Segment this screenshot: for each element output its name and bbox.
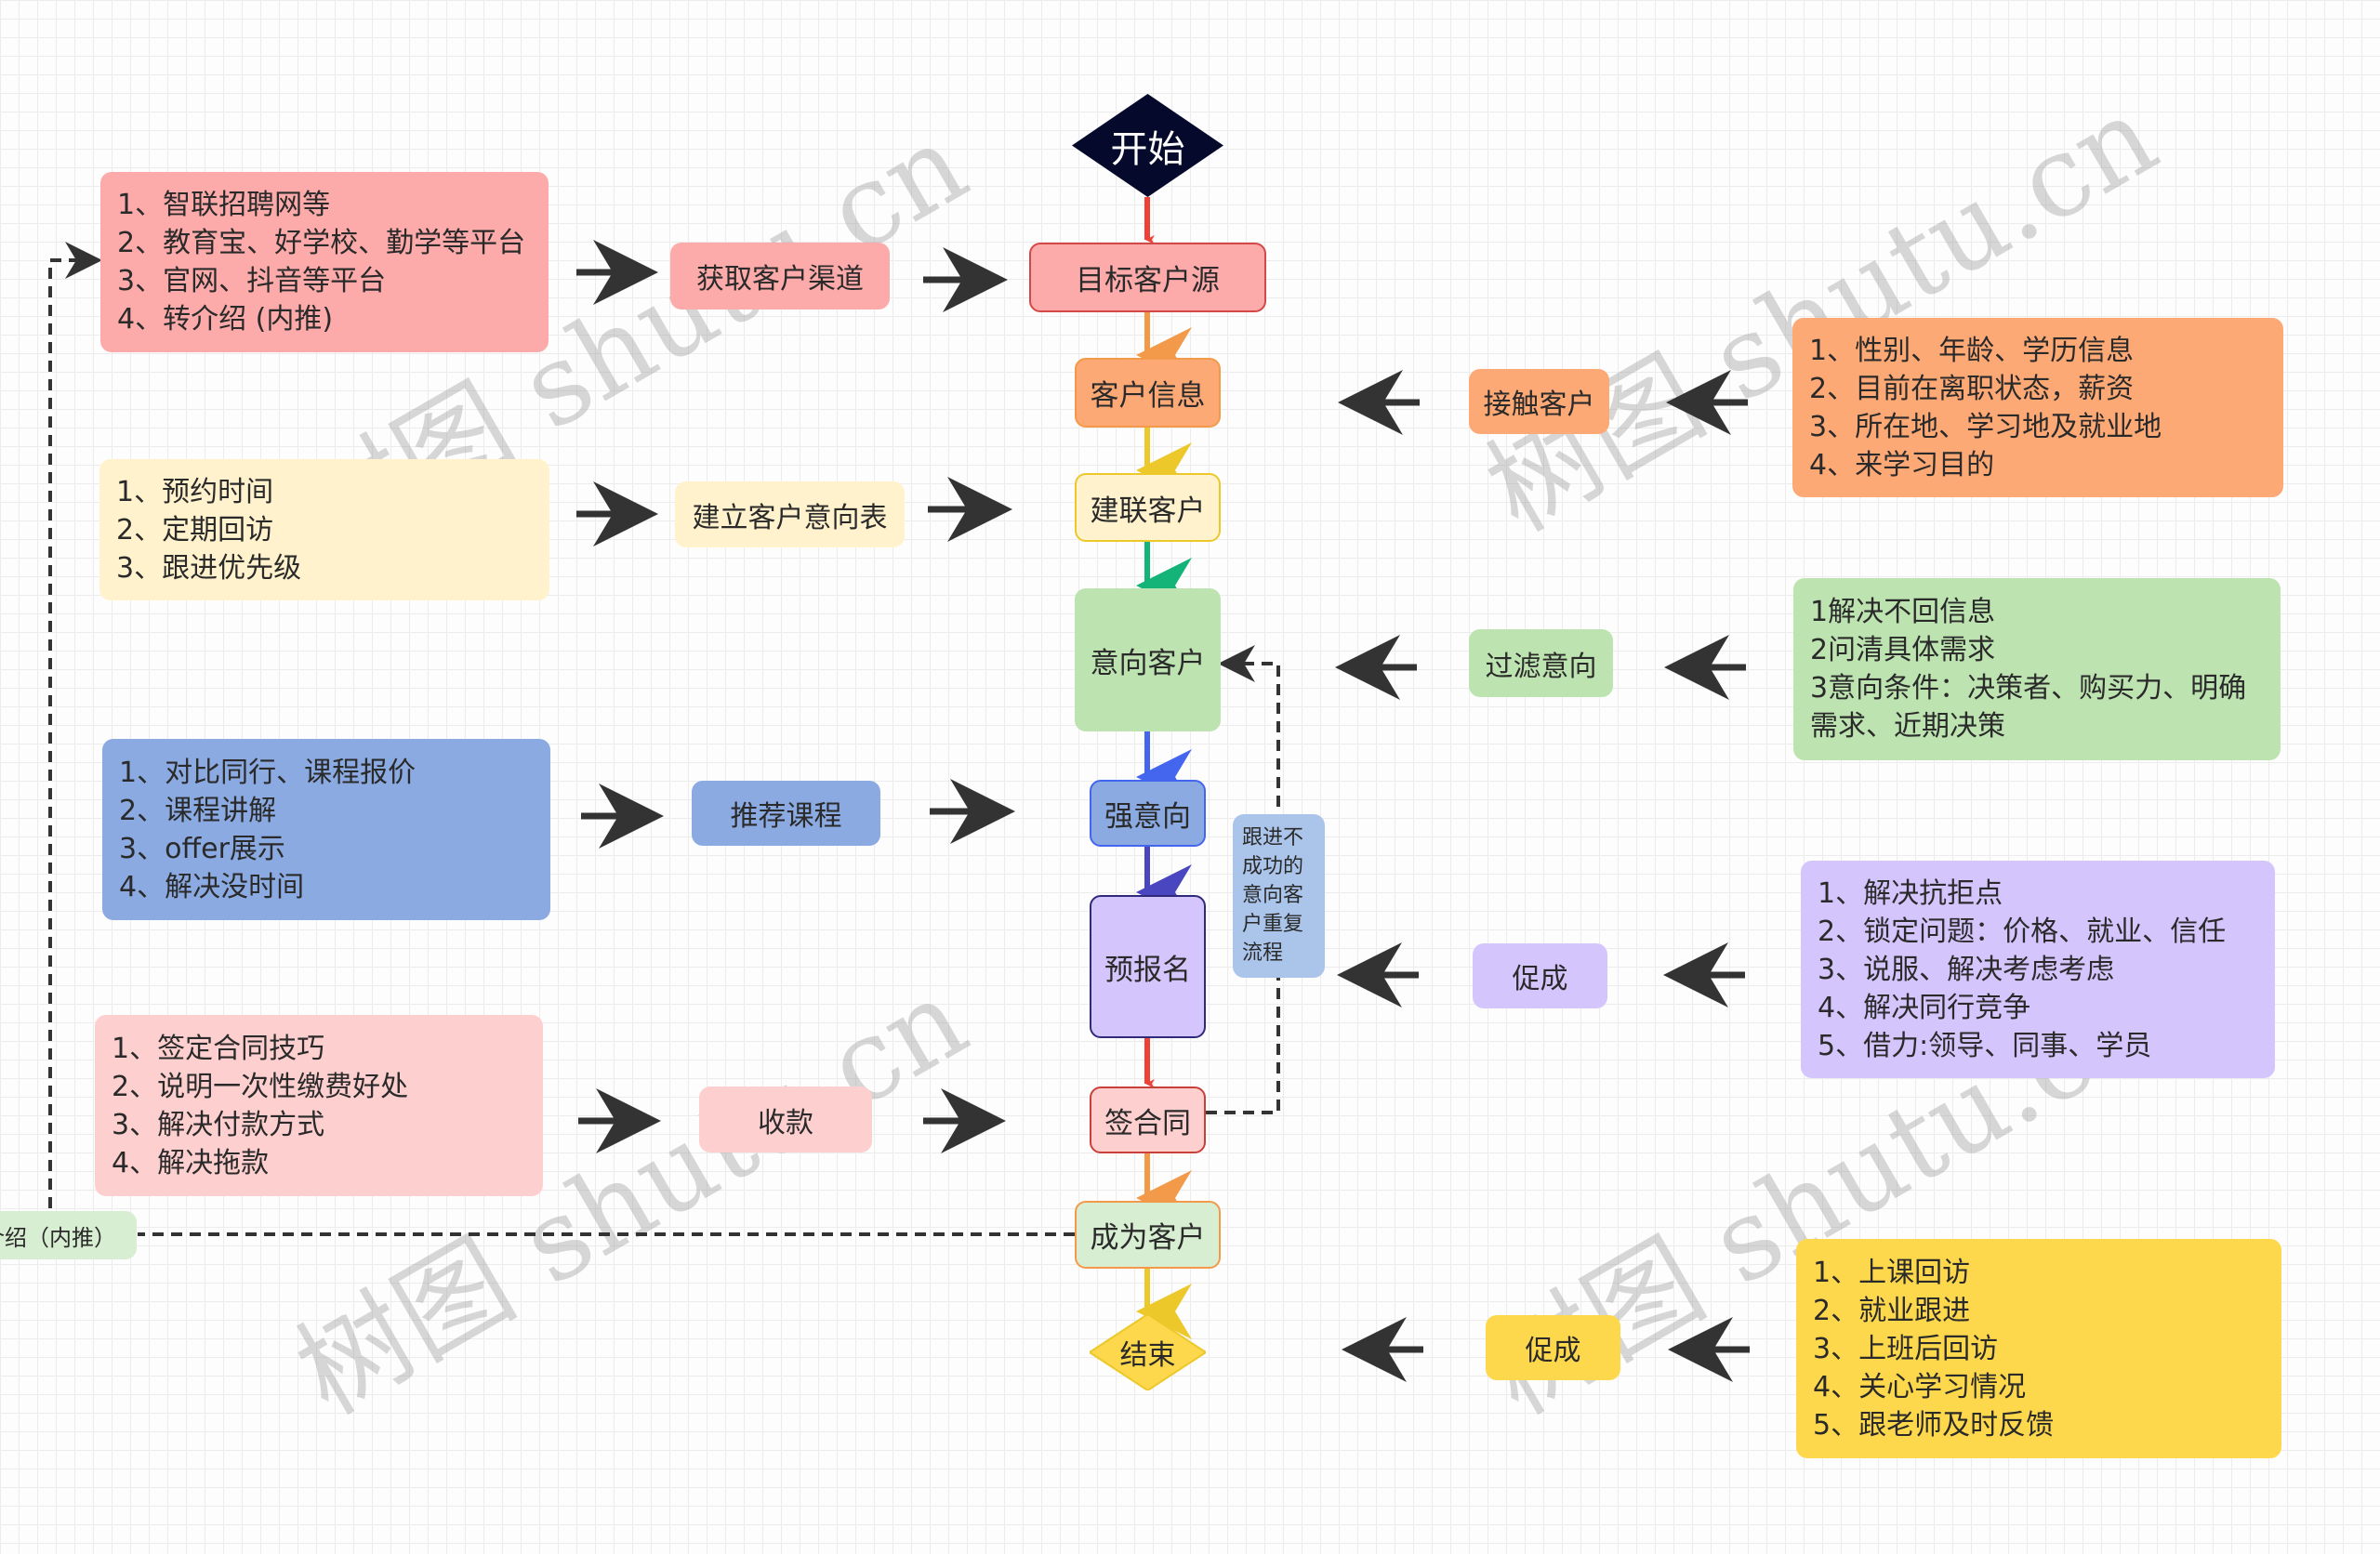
list-item: 5、跟老师及时反馈	[1813, 1408, 2055, 1442]
pre-register-node[interactable]: 预报名	[1090, 895, 1206, 1038]
referral-tag[interactable]: 介绍（内推）	[0, 1211, 137, 1259]
channels-label[interactable]: 获取客户渠道	[670, 243, 890, 309]
list-item: 4、解决没时间	[119, 870, 305, 903]
start-node[interactable]: 开始	[1072, 94, 1223, 197]
list-item: 3、跟进优先级	[116, 551, 302, 585]
sign-contract-node[interactable]: 签合同	[1090, 1086, 1206, 1153]
list-item: 2、教育宝、好学校、勤学等平台	[117, 227, 526, 259]
channels-list: 1、智联招聘网等 2、教育宝、好学校、勤学等平台 3、官网、抖音等平台 4、转介…	[100, 172, 549, 352]
list-item: 4、关心学习情况	[1813, 1370, 2027, 1403]
strong-intent-node[interactable]: 强意向	[1090, 780, 1206, 847]
contact-list: 1、性别、年龄、学历信息 2、目前在离职状态，薪资 3、所在地、学习地及就业地 …	[1792, 318, 2283, 497]
list-item: 1、对比同行、课程报价	[119, 756, 416, 789]
customer-info-node[interactable]: 客户信息	[1075, 358, 1221, 428]
recommend-list: 1、对比同行、课程报价 2、课程讲解 3、offer展示 4、解决没时间	[102, 739, 550, 920]
list-item: 3、官网、抖音等平台	[117, 265, 387, 297]
list-item: 3、上班后回访	[1813, 1332, 1999, 1365]
list-item: 2、课程讲解	[119, 794, 277, 827]
list-item: 需求、近期决策	[1810, 710, 2005, 743]
filter-list: 1解决不回信息 2问清具体需求 3意向条件：决策者、购买力、明确 需求、近期决策	[1793, 578, 2281, 760]
payment-list: 1、签定合同技巧 2、说明一次性缴费好处 3、解决付款方式 4、解决拖款	[95, 1015, 543, 1196]
promote-after-label[interactable]: 促成	[1486, 1315, 1620, 1380]
list-item: 1、上课回访	[1813, 1256, 1971, 1289]
left-arrows	[576, 240, 1015, 1153]
start-label: 开始	[1110, 127, 1185, 171]
become-customer-node[interactable]: 成为客户	[1075, 1201, 1221, 1269]
list-item: 1解决不回信息	[1810, 596, 1996, 628]
list-item: 1、签定合同技巧	[112, 1032, 325, 1065]
contact-label[interactable]: 接触客户	[1469, 369, 1609, 434]
intent-customer-node[interactable]: 意向客户	[1075, 588, 1221, 731]
list-item: 3、说服、解决考虑考虑	[1818, 953, 2115, 986]
right-arrows	[1335, 370, 1750, 1382]
list-item: 3、解决付款方式	[112, 1108, 325, 1141]
list-item: 2、锁定问题：价格、就业、信任	[1818, 915, 2227, 948]
list-item: 1、预约时间	[116, 475, 274, 508]
loop-note-text: 跟进不成功的意向客户重复流程	[1242, 826, 1304, 965]
list-item: 2问清具体需求	[1810, 634, 1996, 666]
list-item: 4、解决同行竞争	[1818, 991, 2031, 1024]
list-item: 1、性别、年龄、学历信息	[1809, 334, 2135, 367]
list-item: 4、来学习目的	[1809, 448, 1995, 481]
loop-note: 跟进不成功的意向客户重复流程	[1233, 814, 1325, 978]
list-item: 1、智联招聘网等	[117, 189, 331, 221]
promote-label[interactable]: 促成	[1473, 943, 1607, 1008]
list-item: 3、所在地、学习地及就业地	[1809, 410, 2162, 443]
referral-tag-text: 介绍（内推）	[0, 1224, 116, 1251]
list-item: 4、转介绍 (内推)	[117, 303, 334, 336]
list-item: 5、借力:领导、同事、学员	[1818, 1029, 2152, 1062]
intent-table-label[interactable]: 建立客户意向表	[675, 481, 905, 547]
list-item: 2、就业跟进	[1813, 1294, 1971, 1327]
list-item: 3、offer展示	[119, 832, 285, 865]
build-contact-node[interactable]: 建联客户	[1075, 473, 1221, 542]
promote-after-list: 1、上课回访 2、就业跟进 3、上班后回访 4、关心学习情况 5、跟老师及时反馈	[1796, 1239, 2281, 1458]
filter-label[interactable]: 过滤意向	[1469, 629, 1613, 697]
list-item: 3意向条件：决策者、购买力、明确	[1810, 672, 2247, 705]
payment-label[interactable]: 收款	[699, 1086, 872, 1152]
recommend-label[interactable]: 推荐课程	[692, 781, 880, 846]
promote-list: 1、解决抗拒点 2、锁定问题：价格、就业、信任 3、说服、解决考虑考虑 4、解决…	[1801, 861, 2275, 1078]
list-item: 2、定期回访	[116, 513, 274, 547]
list-item: 2、说明一次性缴费好处	[112, 1070, 409, 1103]
list-item: 2、目前在离职状态，薪资	[1809, 372, 2135, 405]
list-item: 4、解决拖款	[112, 1146, 270, 1179]
intent-table-list: 1、预约时间 2、定期回访 3、跟进优先级	[99, 459, 549, 600]
target-source-node[interactable]: 目标客户源	[1029, 243, 1266, 312]
list-item: 1、解决抗拒点	[1818, 876, 2003, 910]
end-node[interactable]: 结束	[1090, 1314, 1206, 1390]
end-label: 结束	[1119, 1339, 1176, 1372]
